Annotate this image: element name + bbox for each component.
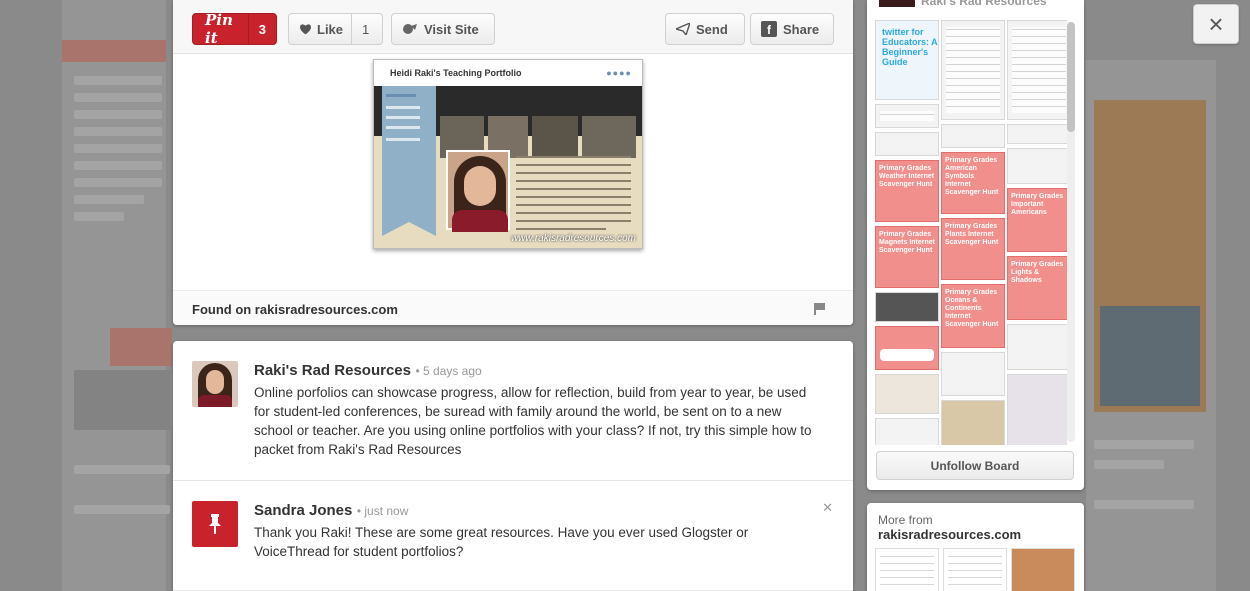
- pin-image-header: Heidi Raki's Teaching Portfolio ●●●●: [374, 60, 642, 86]
- pin-image-title: Heidi Raki's Teaching Portfolio: [390, 68, 522, 78]
- close-icon: ×: [1208, 8, 1224, 39]
- board-pin-grid: twitter for Educators: A Beginner's Guid…: [875, 20, 1067, 445]
- board-card: Raki's Rad Resources twitter for Educato…: [867, 0, 1084, 490]
- board-pin-title: Primary Grades American Symbols Internet…: [945, 157, 999, 196]
- pin-card: Pin it 3 Like 1 Visit Site Send f Share …: [173, 0, 853, 325]
- pinit-button[interactable]: Pin it 3: [192, 11, 277, 47]
- globe-arrow-icon: [403, 24, 417, 34]
- board-thumbnail: [879, 0, 915, 7]
- background-column-left: [62, 0, 166, 591]
- comment-time: • 5 days ago: [415, 364, 482, 378]
- board-pin[interactable]: Primary Grades Weather Internet Scavenge…: [875, 160, 939, 222]
- paper-plane-icon: [676, 23, 690, 35]
- board-scrollbar[interactable]: [1067, 22, 1075, 442]
- comment-item: Raki's Rad Resources • 5 days ago Online…: [173, 341, 853, 481]
- board-pin[interactable]: [875, 326, 939, 370]
- board-pin[interactable]: [875, 104, 939, 128]
- comment-time: • just now: [356, 504, 409, 518]
- like-count: 1: [362, 21, 370, 37]
- share-label: Share: [783, 21, 820, 37]
- board-pin-title: twitter for Educators: A Beginner's Guid…: [882, 27, 938, 67]
- avatar[interactable]: [192, 501, 238, 547]
- board-pin[interactable]: [875, 418, 939, 445]
- send-button[interactable]: Send: [665, 13, 745, 45]
- found-on-bar: Found on rakisradresources.com: [173, 290, 853, 325]
- comments-card: Raki's Rad Resources • 5 days ago Online…: [173, 341, 853, 591]
- board-pin[interactable]: [875, 132, 939, 156]
- delete-comment-icon[interactable]: ✕: [822, 500, 833, 516]
- send-label: Send: [696, 21, 728, 37]
- background-banner: [62, 40, 166, 62]
- board-pin[interactable]: twitter for Educators: A Beginner's Guid…: [875, 20, 939, 100]
- board-pin[interactable]: [1007, 20, 1067, 120]
- more-from-pin[interactable]: [943, 548, 1007, 591]
- board-pin[interactable]: [875, 374, 939, 414]
- more-from-pin[interactable]: [1011, 548, 1075, 591]
- board-pin[interactable]: [1007, 124, 1067, 144]
- more-from-card: More from rakisradresources.com: [867, 503, 1084, 591]
- board-pin[interactable]: [941, 352, 1005, 396]
- like-label: Like: [317, 21, 344, 37]
- pin-image-portrait: [446, 150, 510, 232]
- board-pin[interactable]: Primary Grades Oceans & Continents Inter…: [941, 284, 1005, 348]
- pin-toolbar: Pin it 3 Like 1 Visit Site Send f Share: [173, 0, 853, 54]
- board-pin[interactable]: [1007, 374, 1067, 445]
- flag-icon[interactable]: [814, 303, 825, 315]
- board-pin[interactable]: Primary Grades Magnets Internet Scavenge…: [875, 226, 939, 288]
- board-pin[interactable]: Primary Grades Lights & Shadows: [1007, 256, 1067, 320]
- facebook-icon: f: [761, 21, 777, 37]
- visit-site-label: Visit Site: [424, 21, 479, 37]
- close-button[interactable]: ×: [1193, 4, 1239, 44]
- unfollow-board-button[interactable]: Unfollow Board: [876, 451, 1074, 480]
- board-pin[interactable]: Primary Grades American Symbols Internet…: [941, 152, 1005, 214]
- heart-icon: [300, 24, 311, 35]
- board-pin[interactable]: [941, 20, 1005, 120]
- more-from-source[interactable]: rakisradresources.com: [878, 527, 1021, 542]
- pinit-count: 3: [258, 21, 266, 37]
- board-pin-title: Primary Grades Lights & Shadows: [1011, 261, 1064, 284]
- board-pin[interactable]: [1007, 148, 1067, 184]
- pinit-label: Pin it: [193, 11, 249, 47]
- board-pin[interactable]: Primary Grades Important Americans: [1007, 188, 1067, 252]
- board-pin[interactable]: [941, 124, 1005, 148]
- board-title[interactable]: Raki's Rad Resources: [879, 0, 1047, 8]
- comment-author[interactable]: Sandra Jones: [254, 502, 352, 519]
- pin-image[interactable]: Heidi Raki's Teaching Portfolio ●●●● www…: [373, 59, 643, 249]
- board-pin[interactable]: [941, 400, 1005, 445]
- board-title-label: Raki's Rad Resources: [921, 0, 1047, 8]
- pin-image-sidebar: [382, 86, 436, 236]
- comment-text: Online porfolios can showcase progress, …: [254, 385, 812, 457]
- visit-site-button[interactable]: Visit Site: [391, 13, 495, 45]
- pin-image-dots: ●●●●: [606, 68, 632, 78]
- like-button[interactable]: Like 1: [288, 13, 383, 45]
- share-button[interactable]: f Share: [750, 13, 834, 45]
- board-pin[interactable]: [875, 292, 939, 322]
- board-pin[interactable]: [1007, 324, 1067, 370]
- board-pin-title: Primary Grades Oceans & Continents Inter…: [945, 289, 999, 328]
- comment-item: Sandra Jones • just now Thank you Raki! …: [173, 481, 853, 591]
- comment-author[interactable]: Raki's Rad Resources: [254, 362, 411, 379]
- more-from-label: More from: [878, 513, 933, 527]
- avatar[interactable]: [192, 361, 238, 407]
- pushpin-icon: [209, 514, 221, 534]
- board-pin[interactable]: Primary Grades Plants Internet Scavenger…: [941, 218, 1005, 280]
- found-on-link[interactable]: Found on rakisradresources.com: [192, 302, 398, 317]
- board-pin-title: Primary Grades Magnets Internet Scavenge…: [879, 231, 936, 254]
- more-from-pin[interactable]: [875, 548, 939, 591]
- board-pin-title: Primary Grades Weather Internet Scavenge…: [879, 165, 935, 188]
- comment-text: Thank you Raki! These are some great res…: [254, 525, 749, 559]
- board-pin-title: Primary Grades Plants Internet Scavenger…: [945, 223, 999, 246]
- board-pin-title: Primary Grades Important Americans: [1011, 193, 1064, 216]
- pin-image-watermark: www.rakisradresources.com: [510, 233, 636, 244]
